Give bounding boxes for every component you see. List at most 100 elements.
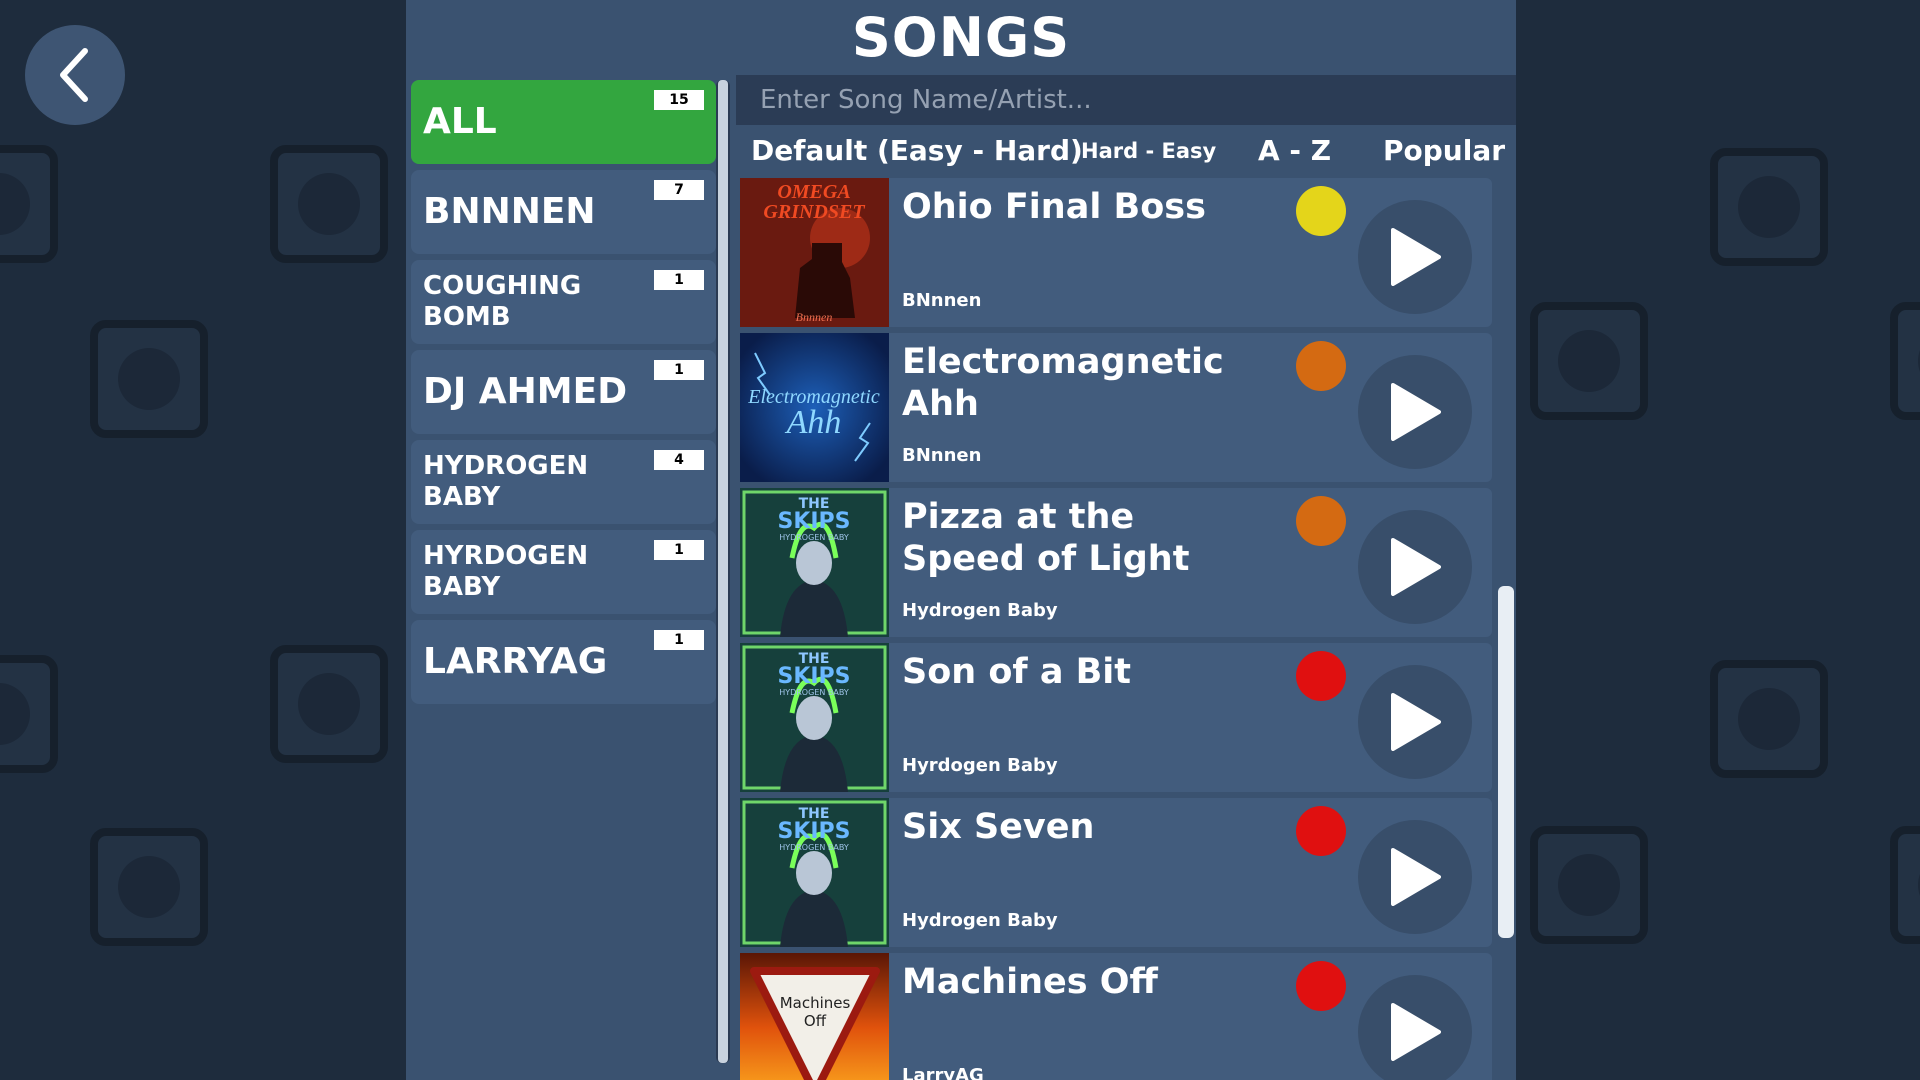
background-tile bbox=[270, 645, 388, 763]
sort-az-button[interactable]: A - Z bbox=[1258, 128, 1331, 174]
play-button[interactable] bbox=[1358, 975, 1472, 1080]
play-button[interactable] bbox=[1358, 665, 1472, 779]
songs-panel: SONGS ALL 15 BNNNEN 7 COUGHING BOMB 1 DJ… bbox=[406, 0, 1516, 1080]
song-row[interactable]: OMEGA GRINDSET Bnnnen Ohio Final Boss BN… bbox=[740, 178, 1492, 327]
category-hyrdogen-baby[interactable]: HYRDOGEN BABY 1 bbox=[411, 530, 716, 614]
sort-popular-button[interactable]: Popular bbox=[1383, 128, 1505, 174]
play-button[interactable] bbox=[1358, 355, 1472, 469]
album-art: Electromagnetic Ahh bbox=[740, 333, 889, 482]
chevron-left-icon bbox=[60, 48, 88, 102]
album-art-text: HYDROGEN BABY bbox=[779, 843, 849, 852]
category-count-badge: 1 bbox=[654, 270, 704, 290]
category-label: DJ AHMED bbox=[423, 371, 628, 412]
song-list: OMEGA GRINDSET Bnnnen Ohio Final Boss BN… bbox=[740, 178, 1492, 1080]
song-artist: Hydrogen Baby bbox=[902, 910, 1058, 931]
background-tile bbox=[90, 320, 208, 438]
category-scrollbar[interactable] bbox=[716, 80, 730, 1063]
difficulty-indicator bbox=[1296, 186, 1346, 236]
song-row[interactable]: Machines Off Machines Off LarryAG bbox=[740, 953, 1492, 1080]
song-title: Pizza at the Speed of Light bbox=[902, 497, 1190, 579]
album-art-text: HYDROGEN BABY bbox=[779, 688, 849, 697]
album-art-text: SKIPS bbox=[777, 509, 850, 534]
category-label: HYDROGEN BABY bbox=[423, 450, 589, 512]
category-hydrogen-baby[interactable]: HYDROGEN BABY 4 bbox=[411, 440, 716, 524]
category-label: BNNNEN bbox=[423, 191, 596, 232]
category-dj-ahmed[interactable]: DJ AHMED 1 bbox=[411, 350, 716, 434]
background-tile bbox=[1890, 826, 1920, 944]
category-count-badge: 15 bbox=[654, 90, 704, 110]
category-all[interactable]: ALL 15 bbox=[411, 80, 716, 164]
sort-hard-easy-button[interactable]: Hard - Easy bbox=[1081, 128, 1216, 174]
category-count-badge: 1 bbox=[654, 540, 704, 560]
background-tile bbox=[1710, 148, 1828, 266]
difficulty-indicator bbox=[1296, 496, 1346, 546]
album-art-text: GRINDSET bbox=[763, 201, 865, 223]
category-count-badge: 1 bbox=[654, 360, 704, 380]
category-count-badge: 7 bbox=[654, 180, 704, 200]
song-row[interactable]: THE SKIPS HYDROGEN BABY Six Seven Hydrog… bbox=[740, 798, 1492, 947]
play-icon bbox=[1391, 383, 1441, 441]
background-tile bbox=[0, 655, 58, 773]
difficulty-indicator bbox=[1296, 651, 1346, 701]
song-list-scrollbar[interactable] bbox=[1498, 586, 1514, 938]
category-bnnnen[interactable]: BNNNEN 7 bbox=[411, 170, 716, 254]
background-tile bbox=[90, 828, 208, 946]
album-art-text: Ahh bbox=[785, 404, 842, 441]
play-icon bbox=[1391, 693, 1441, 751]
category-label: COUGHING BOMB bbox=[423, 270, 582, 332]
category-coughing-bomb[interactable]: COUGHING BOMB 1 bbox=[411, 260, 716, 344]
sort-options: Default (Easy - Hard) Hard - Easy A - Z … bbox=[736, 128, 1516, 174]
album-art-text: OMEGA bbox=[777, 181, 850, 203]
song-artist: LarryAG bbox=[902, 1065, 984, 1080]
page-title: SONGS bbox=[851, 6, 1071, 69]
background-tile bbox=[270, 145, 388, 263]
play-button[interactable] bbox=[1358, 200, 1472, 314]
category-count-badge: 1 bbox=[654, 630, 704, 650]
album-art-text: SKIPS bbox=[777, 819, 850, 844]
background-tile bbox=[1530, 826, 1648, 944]
category-list: ALL 15 BNNNEN 7 COUGHING BOMB 1 DJ AHMED… bbox=[411, 80, 716, 710]
difficulty-indicator bbox=[1296, 961, 1346, 1011]
play-button[interactable] bbox=[1358, 820, 1472, 934]
song-artist: Hydrogen Baby bbox=[902, 600, 1058, 621]
back-button[interactable] bbox=[25, 25, 125, 125]
album-art: OMEGA GRINDSET Bnnnen bbox=[740, 178, 889, 327]
song-row[interactable]: THE SKIPS HYDROGEN BABY Son of a Bit Hyr… bbox=[740, 643, 1492, 792]
search-input[interactable] bbox=[760, 85, 1516, 115]
album-art-text: SKIPS bbox=[777, 664, 850, 689]
category-count-badge: 4 bbox=[654, 450, 704, 470]
background-tile bbox=[1530, 302, 1648, 420]
category-label: ALL bbox=[423, 101, 497, 142]
play-icon bbox=[1391, 1003, 1441, 1061]
song-row[interactable]: Electromagnetic Ahh Electromagnetic Ahh … bbox=[740, 333, 1492, 482]
category-larryag[interactable]: LARRYAG 1 bbox=[411, 620, 716, 704]
song-title: Machines Off bbox=[902, 962, 1158, 1002]
song-title: Son of a Bit bbox=[902, 652, 1132, 692]
background-tile bbox=[1890, 302, 1920, 420]
song-artist: Hyrdogen Baby bbox=[902, 755, 1058, 776]
play-button[interactable] bbox=[1358, 510, 1472, 624]
play-icon bbox=[1391, 538, 1441, 596]
album-art-text: Off bbox=[804, 1012, 827, 1030]
album-art: THE SKIPS HYDROGEN BABY bbox=[740, 643, 889, 792]
sort-default-button[interactable]: Default (Easy - Hard) bbox=[751, 128, 1083, 174]
song-artist: BNnnen bbox=[902, 445, 982, 466]
album-art: THE SKIPS HYDROGEN BABY bbox=[740, 488, 889, 637]
album-art: THE SKIPS HYDROGEN BABY bbox=[740, 798, 889, 947]
album-art-text: Bnnnen bbox=[796, 310, 833, 324]
album-art: Machines Off bbox=[740, 953, 889, 1080]
difficulty-indicator bbox=[1296, 806, 1346, 856]
album-art-text: Machines bbox=[780, 994, 851, 1012]
album-art-text: HYDROGEN BABY bbox=[779, 533, 849, 542]
song-title: Electromagnetic Ahh bbox=[902, 342, 1224, 424]
play-icon bbox=[1391, 228, 1441, 286]
category-label: HYRDOGEN BABY bbox=[423, 540, 589, 602]
search-bar bbox=[736, 75, 1516, 125]
song-title: Ohio Final Boss bbox=[902, 187, 1206, 227]
category-label: LARRYAG bbox=[423, 641, 608, 682]
background-tile bbox=[0, 145, 58, 263]
play-icon bbox=[1391, 848, 1441, 906]
song-row[interactable]: THE SKIPS HYDROGEN BABY Pizza at the Spe… bbox=[740, 488, 1492, 637]
song-artist: BNnnen bbox=[902, 290, 982, 311]
difficulty-indicator bbox=[1296, 341, 1346, 391]
